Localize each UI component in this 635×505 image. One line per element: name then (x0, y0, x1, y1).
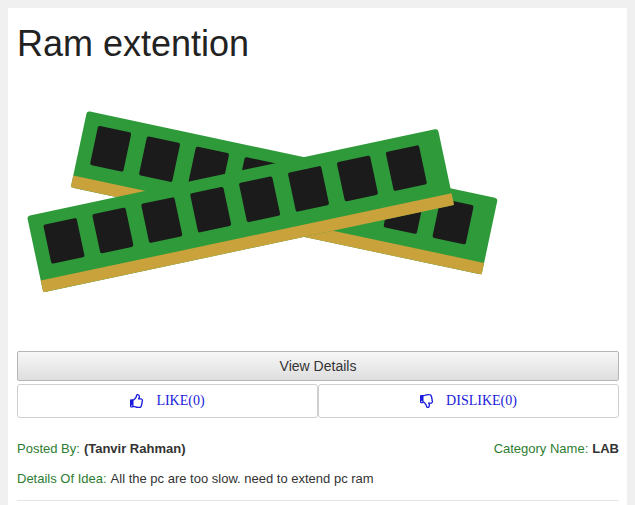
posted-by-value: (Tanvir Rahman) (84, 440, 186, 458)
vote-label: LIKE(0) (156, 393, 204, 409)
meta-row: Posted By:(Tanvir Rahman) Category Name:L… (17, 440, 619, 458)
divider (17, 500, 619, 501)
vote-row: LIKE(0) DISLIKE(0) (17, 384, 619, 418)
like-button[interactable]: LIKE(0) (17, 384, 318, 418)
category: Category Name:LAB (494, 440, 619, 458)
vote-label: DISLIKE(0) (446, 393, 517, 409)
view-details-button[interactable]: View Details (17, 351, 619, 381)
idea-title: Ram extention (17, 20, 619, 68)
category-value: LAB (592, 440, 619, 458)
details-label: Details Of Idea: (17, 470, 107, 488)
thumbs-up-icon (130, 394, 144, 408)
ram-photo (17, 96, 517, 331)
details-value: All the pc are too slow. need to extend … (111, 470, 374, 488)
thumbs-down-icon (420, 394, 434, 408)
page: Ram extention View Details LIKE(0) DISLIKE(… (0, 0, 635, 505)
details-row: Details Of Idea:All the pc are too slow.… (17, 470, 619, 488)
details: Details Of Idea:All the pc are too slow.… (17, 470, 374, 488)
idea-card: Ram extention View Details LIKE(0) DISLIKE(… (8, 8, 627, 505)
posted-by-label: Posted By: (17, 440, 80, 458)
category-label: Category Name: (494, 440, 589, 458)
posted-by: Posted By:(Tanvir Rahman) (17, 440, 185, 458)
dislike-button[interactable]: DISLIKE(0) (318, 384, 619, 418)
